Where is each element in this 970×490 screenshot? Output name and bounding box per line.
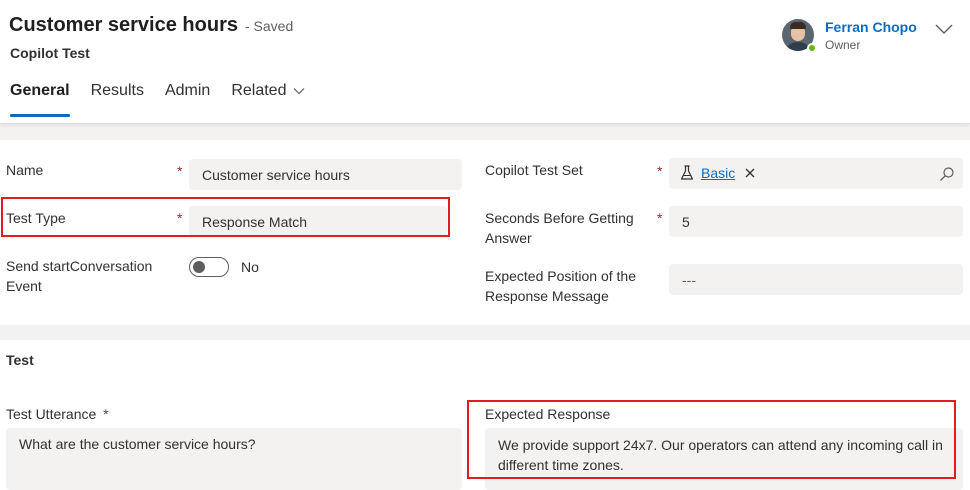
expected-position-label-line2: Response Message [485,288,609,304]
seconds-before-field[interactable]: 5 [669,206,963,237]
required-marker: * [103,406,109,422]
expected-position-label-line1: Expected Position of the [485,268,636,284]
test-utterance-value: What are the customer service hours? [19,436,256,452]
expected-position-label: Expected Position of the Response Messag… [485,266,636,306]
owner-role: Owner [825,38,861,52]
required-marker: * [657,163,663,179]
chevron-down-icon[interactable] [934,19,954,39]
start-conversation-label: Send startConversation Event [6,256,152,296]
title-row: Customer service hours - Saved [9,14,293,37]
test-utterance-field[interactable]: What are the customer service hours? [6,428,462,490]
test-utterance-label: Test Utterance * [6,404,109,424]
expected-position-field[interactable]: --- [669,264,963,295]
owner-block[interactable]: Ferran Chopo Owner [782,19,917,52]
required-marker: * [177,163,183,179]
tab-bar: General Results Admin Related [10,82,326,117]
seconds-before-label: Seconds Before Getting Answer [485,208,634,248]
start-conversation-toggle[interactable] [189,257,229,277]
page-title: Customer service hours [9,14,238,36]
test-set-link[interactable]: Basic [701,165,735,181]
seconds-before-label-line1: Seconds Before Getting [485,210,634,226]
search-icon[interactable] [939,166,955,182]
tab-related-label: Related [231,82,287,99]
entity-name: Copilot Test [10,45,90,61]
expected-response-highlight [467,400,956,479]
tab-results[interactable]: Results [91,82,144,117]
test-utterance-label-text: Test Utterance [6,406,97,422]
start-conversation-toggle-text: No [241,259,259,275]
toggle-knob [193,261,205,273]
test-set-tag: Basic [680,165,756,181]
tab-admin[interactable]: Admin [165,82,210,117]
start-conversation-label-line2: Event [6,278,42,294]
presence-status-icon [807,43,817,53]
save-status: - Saved [244,18,294,34]
flask-icon [680,165,694,180]
tab-general[interactable]: General [10,82,70,117]
test-set-label: Copilot Test Set [485,162,583,178]
tab-related[interactable]: Related [231,82,305,117]
seconds-before-label-line2: Answer [485,230,532,246]
required-marker: * [657,210,663,226]
start-conversation-label-line1: Send startConversation [6,258,153,274]
owner-name[interactable]: Ferran Chopo [825,19,917,35]
test-type-highlight [1,197,450,237]
record-header: Customer service hours - Saved Copilot T… [0,0,970,124]
name-field[interactable]: Customer service hours [189,159,462,190]
name-label: Name [6,162,44,178]
close-icon[interactable] [744,167,756,179]
test-section-title: Test [6,352,34,368]
chevron-down-icon [294,88,305,95]
